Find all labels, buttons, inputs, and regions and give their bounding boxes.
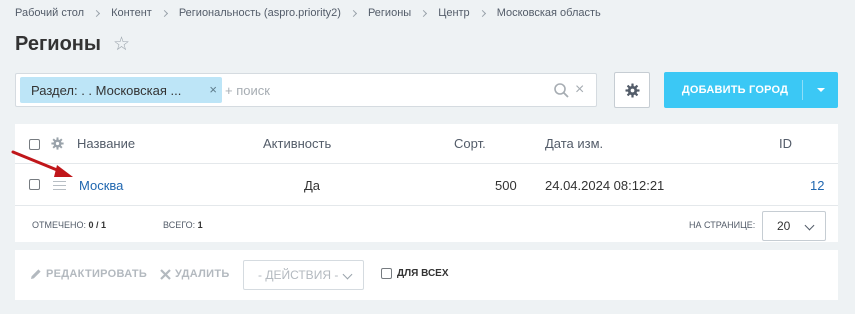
per-page-label: НА СТРАНИЦЕ: — [689, 220, 756, 230]
breadcrumb-item-desktop[interactable]: Рабочий стол — [15, 7, 84, 19]
filter-chip[interactable]: Раздел: . . Московская ... × — [20, 77, 222, 103]
column-header-active[interactable]: Активность — [263, 136, 331, 151]
delete-button[interactable]: УДАЛИТЬ — [160, 268, 230, 280]
caret-down-icon — [816, 88, 825, 92]
selected-label: ОТМЕЧЕНО: — [32, 220, 86, 230]
delete-x-icon — [160, 268, 171, 280]
page-size-value: 20 — [777, 219, 791, 233]
breadcrumb-item-regions[interactable]: Регионы — [368, 7, 411, 19]
edit-label: РЕДАКТИРОВАТЬ — [46, 268, 148, 280]
row-name-link[interactable]: Москва — [79, 178, 123, 193]
selected-counter: ОТМЕЧЕНО: 0 / 1 — [32, 220, 106, 230]
page-title: Регионы — [15, 33, 101, 55]
regions-grid: Название Активность Сорт. Дата изм. ID М… — [15, 124, 838, 242]
search-input[interactable]: + поиск — [225, 83, 270, 98]
column-header-id[interactable]: ID — [779, 136, 792, 151]
breadcrumb-item-content[interactable]: Контент — [111, 7, 152, 19]
chevron-down-icon — [342, 269, 353, 280]
add-city-button[interactable]: ДОБАВИТЬ ГОРОД — [664, 72, 838, 108]
title-row: Регионы ☆ — [15, 33, 130, 56]
breadcrumb-separator-icon — [478, 9, 486, 17]
chevron-down-icon — [804, 220, 815, 231]
breadcrumb-item-regionality[interactable]: Региональность (aspro.priority2) — [179, 7, 341, 19]
row-date: 24.04.2024 08:12:21 — [545, 178, 665, 193]
page-size-select[interactable]: 20 — [762, 211, 826, 241]
breadcrumb-separator-icon — [349, 9, 357, 17]
action-panel: РЕДАКТИРОВАТЬ УДАЛИТЬ - ДЕЙСТВИЯ - ДЛЯ В… — [15, 250, 838, 300]
breadcrumb-separator-icon — [93, 9, 101, 17]
drag-handle-icon[interactable] — [53, 181, 66, 193]
for-all-toggle[interactable]: ДЛЯ ВСЕХ — [381, 268, 449, 279]
breadcrumb-item-center[interactable]: Центр — [438, 7, 470, 19]
search-icon[interactable] — [553, 82, 570, 99]
gear-icon — [624, 82, 640, 98]
add-city-dropdown-toggle[interactable] — [803, 88, 838, 92]
column-header-sort[interactable]: Сорт. — [454, 136, 486, 151]
column-header-name[interactable]: Название — [77, 136, 135, 151]
settings-button[interactable] — [614, 72, 650, 108]
table-row[interactable]: Москва Да 500 24.04.2024 08:12:21 12 — [15, 165, 838, 206]
breadcrumb: Рабочий стол Контент Региональность (asp… — [15, 7, 601, 19]
close-icon[interactable]: × — [209, 82, 217, 97]
grid-header: Название Активность Сорт. Дата изм. ID — [15, 124, 838, 164]
filter-search-box[interactable]: Раздел: . . Московская ... × + поиск × — [15, 73, 597, 107]
edit-button[interactable]: РЕДАКТИРОВАТЬ — [30, 268, 147, 280]
breadcrumb-separator-icon — [420, 9, 428, 17]
breadcrumb-item-moscow-region[interactable]: Московская область — [497, 7, 601, 19]
filter-chip-label: Раздел: . . Московская ... — [31, 82, 182, 98]
for-all-checkbox[interactable] — [381, 268, 392, 279]
row-checkbox[interactable] — [29, 179, 40, 190]
actions-select[interactable]: - ДЕЙСТВИЯ - — [243, 260, 364, 290]
actions-select-value: - ДЕЙСТВИЯ - — [258, 268, 339, 282]
clear-icon[interactable]: × — [575, 81, 584, 99]
total-counter: ВСЕГО: 1 — [163, 220, 203, 230]
add-city-label: ДОБАВИТЬ ГОРОД — [681, 84, 789, 96]
total-label: ВСЕГО: — [163, 220, 196, 230]
breadcrumb-separator-icon — [160, 9, 168, 17]
row-sort: 500 — [495, 178, 517, 193]
star-icon[interactable]: ☆ — [113, 35, 130, 54]
row-active: Да — [304, 178, 321, 193]
selected-value: 0 / 1 — [88, 220, 107, 230]
total-value: 1 — [197, 220, 203, 230]
pencil-icon — [31, 269, 41, 279]
row-id[interactable]: 12 — [810, 178, 824, 193]
for-all-label: ДЛЯ ВСЕХ — [397, 268, 449, 279]
delete-label: УДАЛИТЬ — [175, 268, 230, 280]
grid-footer: ОТМЕЧЕНО: 0 / 1 ВСЕГО: 1 НА СТРАНИЦЕ: 20 — [15, 207, 838, 242]
annotation-arrow-icon — [11, 150, 73, 177]
column-header-date[interactable]: Дата изм. — [545, 136, 603, 151]
